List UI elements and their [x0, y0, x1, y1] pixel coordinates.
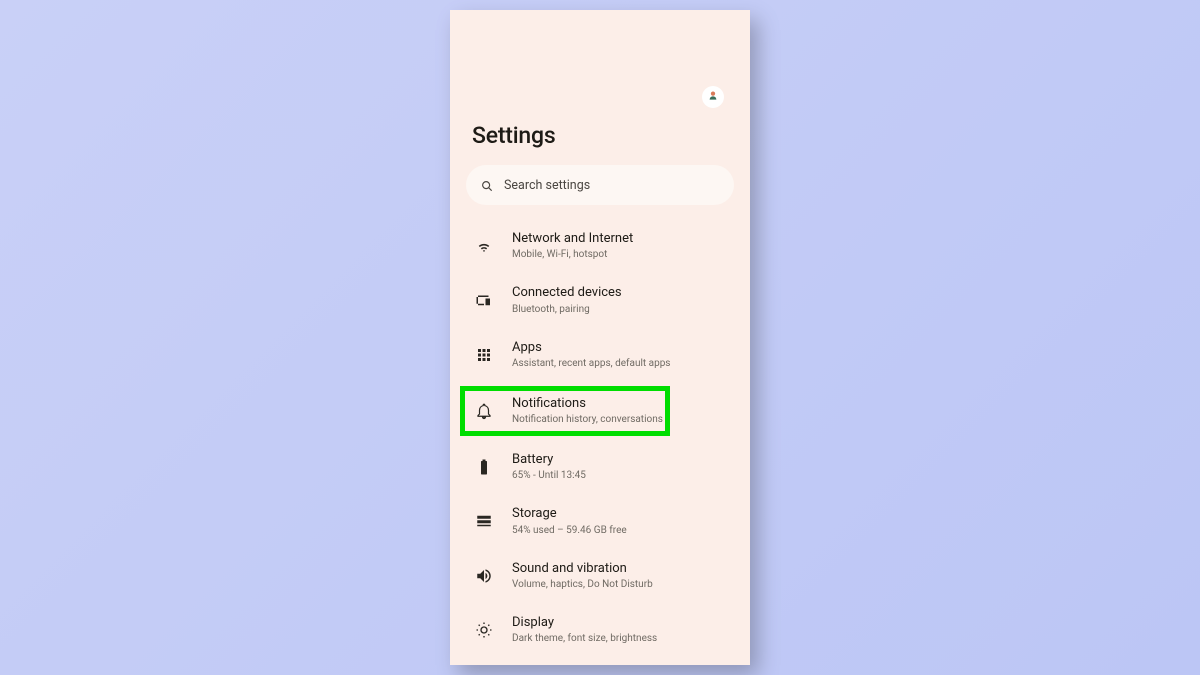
- item-title: Sound and vibration: [512, 561, 653, 577]
- settings-item-notifications[interactable]: Notifications Notification history, conve…: [450, 386, 750, 436]
- storage-icon: [474, 511, 494, 531]
- item-subtitle: 65% - Until 13:45: [512, 470, 586, 482]
- item-title: Network and Internet: [512, 231, 633, 247]
- search-settings-field[interactable]: Search settings: [466, 165, 734, 205]
- bell-icon: [474, 401, 494, 421]
- apps-icon: [474, 345, 494, 365]
- settings-item-network[interactable]: Network and Internet Mobile, Wi-Fi, hotsp…: [450, 219, 750, 273]
- settings-item-storage[interactable]: Storage 54% used – 59.46 GB free: [450, 494, 750, 548]
- item-title: Storage: [512, 506, 627, 522]
- item-title: Battery: [512, 452, 586, 468]
- settings-item-apps[interactable]: Apps Assistant, recent apps, default apps: [450, 328, 750, 382]
- settings-item-display[interactable]: Display Dark theme, font size, brightness: [450, 603, 750, 657]
- search-placeholder: Search settings: [504, 178, 590, 193]
- page-title: Settings: [450, 68, 750, 149]
- item-title: Apps: [512, 340, 670, 356]
- item-title: Connected devices: [512, 285, 622, 301]
- item-subtitle: Bluetooth, pairing: [512, 304, 622, 316]
- battery-icon: [474, 457, 494, 477]
- item-subtitle: Dark theme, font size, brightness: [512, 633, 657, 645]
- devices-icon: [474, 290, 494, 310]
- search-icon: [480, 178, 494, 192]
- wifi-icon: [474, 236, 494, 256]
- display-icon: [474, 620, 494, 640]
- settings-item-connected-devices[interactable]: Connected devices Bluetooth, pairing: [450, 273, 750, 327]
- item-subtitle: Mobile, Wi-Fi, hotspot: [512, 249, 633, 261]
- item-subtitle: 54% used – 59.46 GB free: [512, 525, 627, 537]
- sound-icon: [474, 566, 494, 586]
- item-subtitle: Volume, haptics, Do Not Disturb: [512, 579, 653, 591]
- settings-item-sound[interactable]: Sound and vibration Volume, haptics, Do N…: [450, 549, 750, 603]
- item-subtitle: Assistant, recent apps, default apps: [512, 358, 670, 370]
- profile-avatar[interactable]: [702, 86, 724, 108]
- item-title: Notifications: [512, 396, 663, 412]
- item-title: Display: [512, 615, 657, 631]
- settings-screen: Settings Search settings Network and Int…: [450, 10, 750, 665]
- settings-item-battery[interactable]: Battery 65% - Until 13:45: [450, 440, 750, 494]
- settings-list: Network and Internet Mobile, Wi-Fi, hotsp…: [450, 205, 750, 657]
- item-subtitle: Notification history, conversations: [512, 414, 663, 426]
